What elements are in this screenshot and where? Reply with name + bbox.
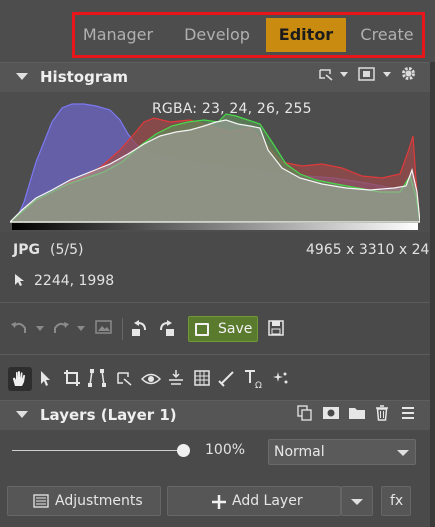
trash-icon[interactable] (375, 405, 389, 421)
crop-icon[interactable] (63, 369, 81, 387)
duplicate-icon[interactable] (297, 405, 313, 421)
histogram-title: Histogram (40, 68, 128, 86)
grid-icon[interactable] (193, 369, 211, 387)
adjustments-button[interactable]: Adjustments (7, 486, 161, 516)
save-label: Save (218, 321, 253, 337)
opacity-slider-track[interactable] (12, 450, 184, 451)
image-dimensions: 4965 x 3310 x 24 (306, 242, 430, 258)
divider (0, 302, 430, 303)
add-layer-button[interactable]: Add Layer (167, 486, 341, 516)
cursor-icon (15, 274, 24, 286)
cursor-position: 2244, 1998 (34, 273, 115, 289)
folder-icon[interactable] (348, 406, 366, 420)
opacity-value: 100% (205, 442, 246, 458)
chevron-down-icon (397, 450, 409, 456)
adjustments-icon (33, 494, 49, 508)
divider (0, 354, 430, 355)
collapse-triangle-icon[interactable] (16, 411, 28, 418)
blend-mode-select[interactable]: Normal (268, 439, 416, 465)
fx-button[interactable]: fx (381, 486, 411, 516)
panel-scrollbar[interactable] (430, 62, 435, 527)
opacity-slider-handle[interactable] (177, 444, 190, 457)
layers-title: Layers (Layer 1) (40, 406, 177, 424)
redo-dropdown-icon[interactable] (77, 326, 85, 331)
save-button[interactable]: Save (188, 316, 258, 342)
tab-highlight-box (72, 12, 425, 58)
gear-icon[interactable] (400, 65, 417, 82)
undo-dropdown-icon[interactable] (36, 326, 44, 331)
toolbar-separator (122, 318, 123, 340)
pin-icon[interactable] (318, 67, 334, 81)
text-icon[interactable]: Ω (244, 369, 264, 389)
blend-mode-value: Normal (274, 444, 325, 460)
chevron-down-icon (351, 499, 363, 505)
mask-icon[interactable] (322, 406, 340, 420)
rgba-readout: RGBA: 23, 24, 26, 255 (152, 101, 312, 117)
undo-icon[interactable] (10, 320, 28, 336)
save-icon (195, 323, 209, 336)
add-layer-label: Add Layer (232, 493, 303, 509)
adjustments-label: Adjustments (55, 493, 143, 509)
view-dropdown-icon[interactable] (383, 72, 391, 77)
sparkle-icon[interactable] (273, 370, 289, 386)
histogram-gradient-bar (12, 223, 418, 230)
rotate-left-icon[interactable] (130, 319, 150, 337)
straighten-icon[interactable] (167, 369, 185, 387)
square-icon[interactable] (358, 67, 376, 81)
menu-icon[interactable] (401, 406, 415, 420)
svg-text:Ω: Ω (255, 381, 262, 389)
eye-icon[interactable] (141, 372, 161, 386)
brush-icon[interactable] (218, 369, 236, 387)
file-format: JPG (13, 242, 40, 258)
collapse-triangle-icon[interactable] (16, 73, 28, 80)
add-layer-dropdown[interactable] (341, 486, 373, 516)
plus-icon (212, 495, 226, 509)
pin-dropdown-icon[interactable] (340, 72, 348, 77)
fx-label: fx (390, 493, 404, 509)
pointer-icon[interactable] (40, 370, 52, 388)
rotate-right-icon[interactable] (156, 319, 176, 337)
file-index: (5/5) (50, 242, 84, 258)
transform-icon[interactable] (116, 370, 134, 386)
redo-icon[interactable] (52, 320, 70, 336)
hand-icon[interactable] (11, 370, 29, 388)
image-icon[interactable] (95, 320, 113, 335)
perspective-icon[interactable] (88, 369, 106, 387)
save-disk-icon[interactable] (268, 320, 284, 336)
